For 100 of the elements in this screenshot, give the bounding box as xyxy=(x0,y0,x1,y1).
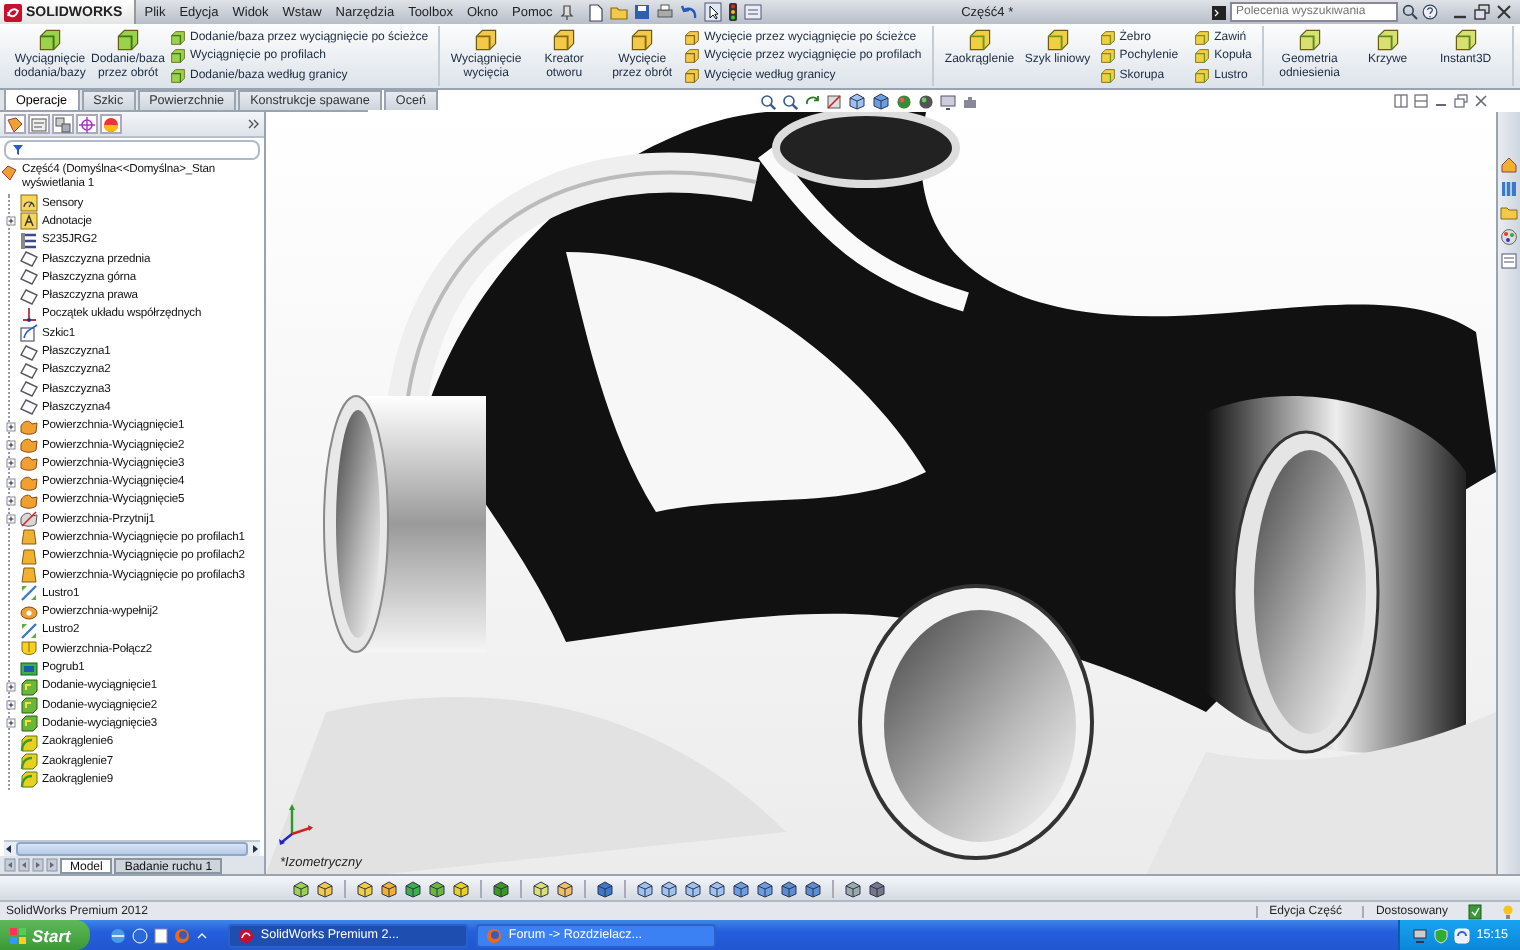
expand-icon[interactable] xyxy=(5,216,15,227)
cube-icon[interactable] xyxy=(756,879,774,897)
help-icon[interactable] xyxy=(1422,4,1438,20)
cube-icon[interactable] xyxy=(380,879,398,897)
extrude-icon xyxy=(20,677,38,696)
funnel-icon xyxy=(12,144,24,156)
cube-icon[interactable] xyxy=(660,879,678,897)
fillet-icon xyxy=(20,752,38,771)
cube-icon[interactable] xyxy=(844,879,862,897)
expand-icon[interactable] xyxy=(5,477,15,488)
cube-icon[interactable] xyxy=(804,879,822,897)
feature-icon xyxy=(1453,28,1478,52)
cube-icon[interactable] xyxy=(404,879,422,897)
cube-icon[interactable] xyxy=(636,879,654,897)
cube-icon[interactable] xyxy=(492,879,510,897)
restore-icon[interactable] xyxy=(1474,4,1490,20)
cube-icon[interactable] xyxy=(684,879,702,897)
arrow-left-icon[interactable] xyxy=(4,844,14,854)
feature-icon xyxy=(1297,28,1322,52)
zoom-icon[interactable] xyxy=(760,93,776,109)
save-icon[interactable] xyxy=(634,4,651,20)
configuration-icon[interactable] xyxy=(54,115,72,133)
expand-icon[interactable] xyxy=(5,421,15,432)
cube-icon[interactable] xyxy=(356,879,374,897)
restore-icon[interactable] xyxy=(1454,94,1468,108)
expand-icon[interactable] xyxy=(5,681,15,692)
section-icon[interactable] xyxy=(826,93,842,109)
feature-icon xyxy=(1099,29,1116,46)
network-icon[interactable] xyxy=(1412,927,1429,943)
globe-icon[interactable] xyxy=(132,927,149,943)
cube-icon[interactable] xyxy=(868,879,886,897)
cube-icon[interactable] xyxy=(452,879,470,897)
cube-icon[interactable] xyxy=(292,879,310,897)
tile-icon[interactable] xyxy=(1414,94,1428,108)
cube-icon[interactable] xyxy=(556,879,574,897)
feature-icon xyxy=(1099,67,1116,84)
camera-icon[interactable] xyxy=(962,93,978,109)
cube-icon[interactable] xyxy=(596,879,614,897)
cube-icon[interactable] xyxy=(316,879,334,897)
feature-icon xyxy=(1194,48,1211,65)
feature-icon xyxy=(552,28,577,52)
tile-icon[interactable] xyxy=(1394,94,1408,108)
cube-icon[interactable] xyxy=(532,879,550,897)
browser-icon[interactable] xyxy=(110,927,127,943)
undo-icon[interactable] xyxy=(680,4,699,20)
cube-icon[interactable] xyxy=(780,879,798,897)
nav-arrow-icon[interactable] xyxy=(4,858,16,872)
pointer-icon[interactable] xyxy=(704,2,723,22)
chevron-icon[interactable] xyxy=(248,118,260,130)
printer-icon[interactable] xyxy=(656,4,675,20)
expand-icon[interactable] xyxy=(5,440,15,450)
expand-icon[interactable] xyxy=(5,718,15,729)
nav-arrow-icon[interactable] xyxy=(18,858,30,872)
cube-icon[interactable] xyxy=(708,879,726,897)
cube-icon[interactable] xyxy=(428,879,446,897)
new-document-icon[interactable] xyxy=(588,3,605,21)
expand-icon[interactable] xyxy=(5,495,15,506)
list-icon[interactable] xyxy=(1500,252,1518,270)
nav-arrow-icon[interactable] xyxy=(46,858,58,872)
fill-icon xyxy=(20,603,38,622)
arrow-right-icon[interactable] xyxy=(250,844,260,854)
close-icon[interactable] xyxy=(1496,4,1512,20)
bulb-icon[interactable] xyxy=(1502,903,1514,919)
sphere-icon[interactable] xyxy=(918,93,934,109)
filter-field[interactable] xyxy=(4,140,260,160)
cube-icon[interactable] xyxy=(732,879,750,897)
cube-icon[interactable] xyxy=(848,92,866,110)
document-icon[interactable] xyxy=(154,927,169,943)
trim-icon xyxy=(20,510,38,529)
windows-flag-icon xyxy=(10,927,26,943)
property-icon[interactable] xyxy=(30,115,48,133)
scrollbar[interactable] xyxy=(4,840,260,856)
zoom-icon[interactable] xyxy=(782,93,798,109)
cube-icon[interactable] xyxy=(872,92,890,110)
feature-icon xyxy=(684,67,701,84)
house-icon[interactable] xyxy=(1500,156,1518,174)
material-icon xyxy=(20,231,38,250)
annotation-icon xyxy=(20,212,38,231)
feature-icon xyxy=(38,28,62,52)
close-icon[interactable] xyxy=(1474,94,1488,108)
tube-junction-drawing[interactable] xyxy=(266,112,1496,874)
monitor-icon[interactable] xyxy=(940,93,956,109)
sphere-icon[interactable] xyxy=(896,93,912,109)
expand-icon[interactable] xyxy=(5,514,15,525)
display-icon[interactable] xyxy=(102,115,120,133)
feature-icon xyxy=(1194,67,1211,84)
firefox-icon xyxy=(486,927,503,943)
palette-icon[interactable] xyxy=(1500,228,1518,246)
pin-icon[interactable] xyxy=(560,4,575,20)
search-icon[interactable] xyxy=(1402,4,1418,20)
expand-icon[interactable] xyxy=(5,458,15,469)
crosshair-icon[interactable] xyxy=(78,115,96,133)
mirror-icon xyxy=(20,621,38,640)
rotate-icon[interactable] xyxy=(804,93,820,109)
command-prompt-icon xyxy=(1212,5,1226,19)
expand-icon[interactable] xyxy=(5,700,15,711)
nav-arrow-icon[interactable] xyxy=(32,858,44,872)
feature-icon xyxy=(1099,48,1116,65)
rebuild-icon[interactable] xyxy=(1468,903,1482,919)
traffic-light-icon[interactable] xyxy=(728,2,739,22)
